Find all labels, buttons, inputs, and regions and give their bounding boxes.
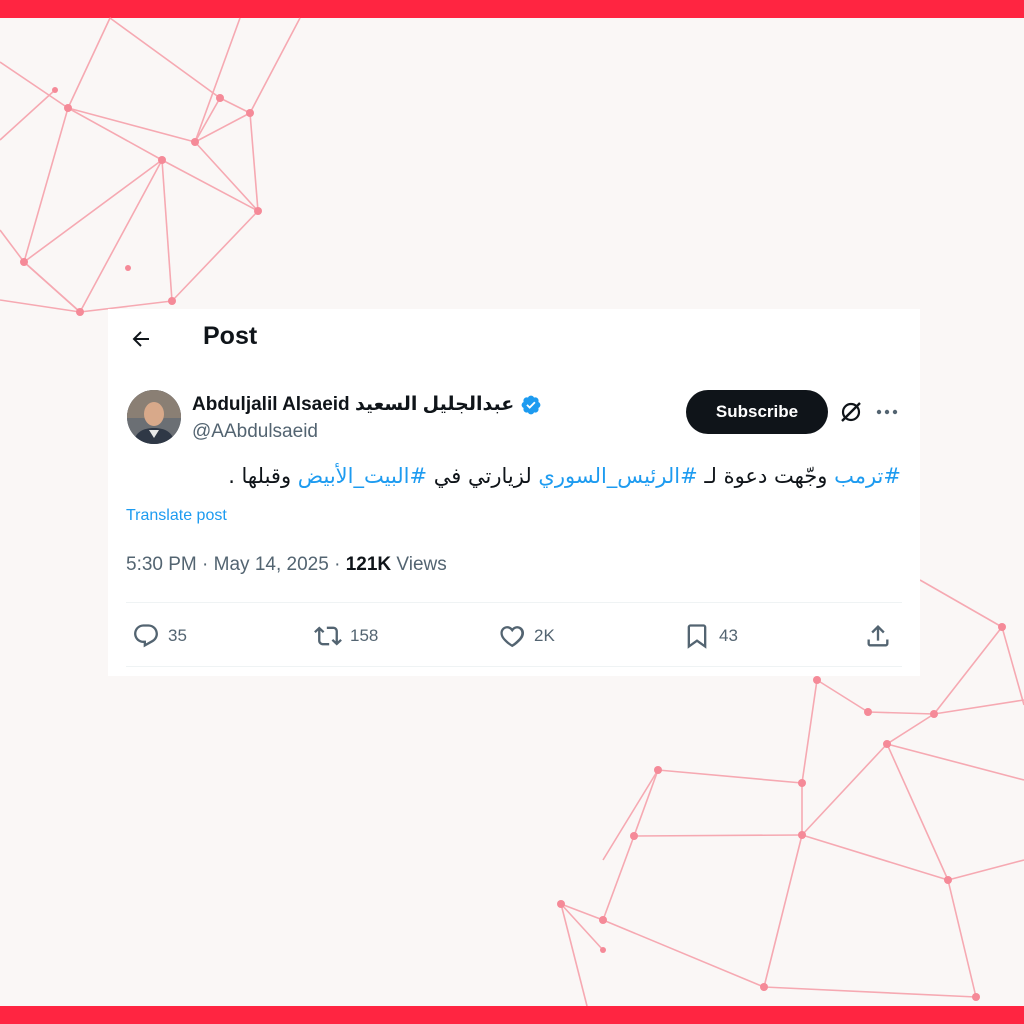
divider <box>126 602 902 603</box>
meta-separator: · <box>196 554 214 575</box>
repost-button[interactable]: 158 <box>314 621 378 651</box>
tweet-text-segment: لزيارتي في <box>427 464 539 488</box>
hashtag-syrian-president[interactable]: #الرئيس_السوري <box>538 464 697 488</box>
post-card: Post Abduljalil Alsaeid عبدالجليل السعيد… <box>108 309 920 676</box>
author-handle[interactable]: @AAbdulsaeid <box>192 421 318 443</box>
bookmark-icon <box>687 624 707 649</box>
translate-post-link[interactable]: Translate post <box>126 507 227 525</box>
author-display-name[interactable]: Abduljalil Alsaeid عبدالجليل السعيد <box>192 393 542 416</box>
bottom-accent-band <box>0 1006 1024 1024</box>
post-time[interactable]: 5:30 PM <box>126 554 197 575</box>
like-button[interactable]: 2K <box>498 621 555 651</box>
back-arrow-icon[interactable] <box>128 327 154 351</box>
tweet-text-segment: وجّهت دعوة لـ <box>697 464 835 488</box>
hashtag-white-house[interactable]: #البيت_الأبيض <box>298 464 427 488</box>
verified-badge-icon[interactable] <box>520 394 542 416</box>
bookmark-button[interactable]: 43 <box>683 621 738 651</box>
bookmark-count: 43 <box>719 626 738 645</box>
reply-count: 35 <box>168 626 187 645</box>
page-title: Post <box>203 322 258 350</box>
meta-separator: · <box>328 554 346 575</box>
avatar[interactable] <box>127 390 181 444</box>
share-button[interactable] <box>864 621 892 651</box>
views-count: 121K <box>345 554 392 575</box>
repost-icon <box>314 626 342 646</box>
tweet-text: #ترمب وجّهت دعوة لـ #الرئيس_السوري لزيار… <box>178 464 901 488</box>
reply-icon <box>134 624 158 648</box>
more-icon[interactable] <box>874 401 900 423</box>
post-date[interactable]: May 14, 2025 <box>214 554 329 575</box>
repost-count: 158 <box>350 626 379 645</box>
reply-button[interactable]: 35 <box>132 621 187 651</box>
like-icon <box>500 626 525 648</box>
grok-icon[interactable] <box>838 399 864 425</box>
like-count: 2K <box>534 626 555 645</box>
tweet-text-segment: وقبلها . <box>228 464 298 488</box>
views-label: Views <box>391 554 447 575</box>
hashtag-trump[interactable]: #ترمب <box>834 464 901 488</box>
share-icon <box>867 625 889 647</box>
post-meta: 5:30 PM · May 14, 2025 · 121K Views <box>126 554 447 576</box>
subscribe-button[interactable]: Subscribe <box>686 390 828 434</box>
divider <box>126 666 902 667</box>
author-name-text: Abduljalil Alsaeid عبدالجليل السعيد <box>192 394 515 415</box>
